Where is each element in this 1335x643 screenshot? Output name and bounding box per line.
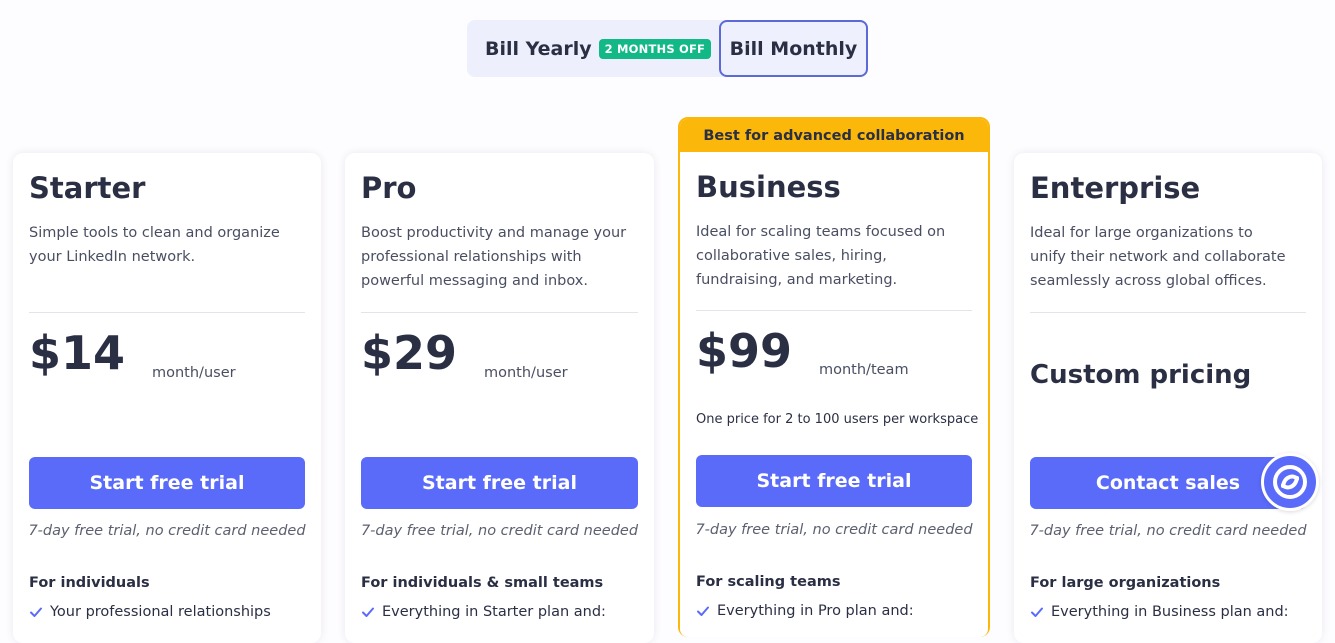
billing-toggle: Bill Yearly 2 MONTHS OFF Bill Monthly [467, 20, 868, 77]
plan-audience: For scaling teams [696, 574, 841, 590]
feature-item: Everything in Starter plan and: [361, 604, 606, 620]
business-card-body: Business Ideal for scaling teams focused… [680, 152, 988, 637]
feature-label: Your professional relationships [50, 604, 271, 620]
divider [1030, 312, 1306, 313]
plan-title: Enterprise [1030, 171, 1201, 205]
plan-title: Starter [29, 171, 146, 205]
divider [29, 312, 305, 313]
price-note: One price for 2 to 100 users per workspa… [696, 412, 979, 427]
plan-audience: For large organizations [1030, 575, 1221, 591]
trial-note: 7-day free trial, no credit card needed [28, 523, 306, 539]
start-free-trial-button[interactable]: Start free trial [29, 457, 305, 509]
plan-card-starter: Starter Simple tools to clean and organi… [13, 153, 321, 643]
plan-audience: For individuals [29, 575, 150, 591]
check-icon [30, 607, 42, 617]
feature-item: Your professional relationships [29, 604, 271, 620]
plan-audience: For individuals & small teams [361, 575, 604, 591]
trial-note: 7-day free trial, no credit card needed [360, 523, 639, 539]
discount-badge: 2 MONTHS OFF [598, 38, 712, 59]
bill-yearly-label: Bill Yearly [485, 37, 592, 60]
plan-description: Ideal for scaling teams focused on colla… [696, 224, 946, 288]
feature-label: Everything in Business plan and: [1051, 604, 1289, 620]
feature-label: Everything in Pro plan and: [717, 603, 914, 619]
plan-title: Pro [361, 171, 417, 205]
plan-price: $14 [29, 326, 126, 380]
plan-card-enterprise: Enterprise Ideal for large organizations… [1014, 153, 1322, 643]
chat-widget-icon [1273, 465, 1307, 499]
plan-description: Boost productivity and manage your profe… [361, 225, 627, 289]
start-free-trial-button[interactable]: Start free trial [361, 457, 638, 509]
price-unit: month/user [152, 365, 236, 381]
plan-title: Business [696, 170, 841, 204]
plan-price: $99 [696, 324, 793, 378]
trial-note: 7-day free trial, no credit card needed [695, 522, 973, 538]
check-icon [697, 606, 709, 616]
plan-description: Simple tools to clean and organize your … [29, 225, 280, 265]
feature-item: Everything in Pro plan and: [696, 603, 914, 619]
price-unit: month/user [484, 365, 568, 381]
feature-label: Everything in Starter plan and: [382, 604, 606, 620]
plan-card-pro: Pro Boost productivity and manage your p… [345, 153, 654, 643]
bill-monthly-option[interactable]: Bill Monthly [719, 20, 868, 77]
check-icon [1031, 607, 1043, 617]
plan-price: $29 [361, 326, 458, 380]
start-free-trial-button[interactable]: Start free trial [696, 455, 972, 507]
divider [696, 310, 972, 311]
recommended-banner: Best for advanced collaboration [680, 119, 988, 152]
divider [361, 312, 638, 313]
bill-monthly-label: Bill Monthly [729, 37, 858, 60]
bill-yearly-option[interactable]: Bill Yearly 2 MONTHS OFF [467, 20, 719, 77]
plan-description: Ideal for large organizations to unify t… [1030, 225, 1286, 289]
trial-note: 7-day free trial, no credit card needed [1029, 523, 1307, 539]
price-unit: month/team [819, 362, 909, 378]
check-icon [362, 607, 374, 617]
plan-card-business: Best for advanced collaboration Business… [678, 117, 990, 637]
chat-widget-button[interactable] [1261, 453, 1319, 511]
plan-price: Custom pricing [1030, 360, 1252, 390]
feature-item: Everything in Business plan and: [1030, 604, 1289, 620]
